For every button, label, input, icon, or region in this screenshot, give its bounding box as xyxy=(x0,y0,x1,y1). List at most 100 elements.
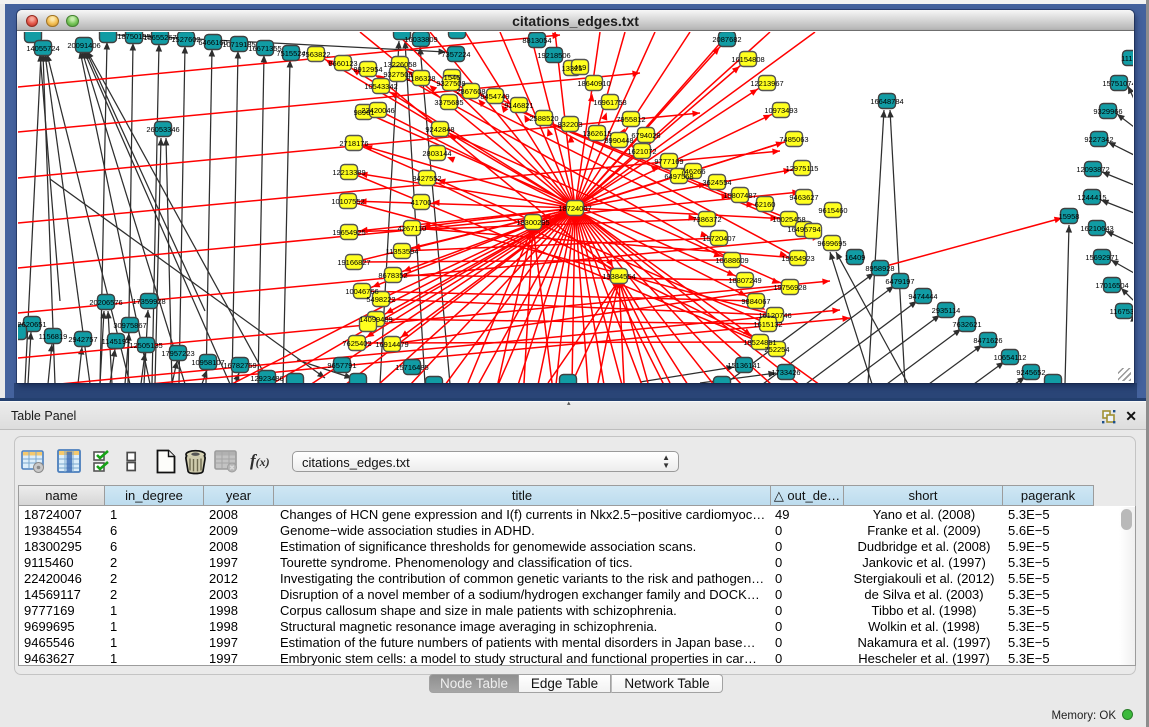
svg-text:15720407: 15720407 xyxy=(702,234,735,243)
svg-text:16120746: 16120746 xyxy=(758,311,791,320)
svg-text:1615132: 1615132 xyxy=(753,320,782,329)
svg-text:16782759: 16782759 xyxy=(223,361,256,370)
svg-text:12093872: 12093872 xyxy=(1076,165,1109,174)
svg-text:13226058: 13226058 xyxy=(383,60,416,69)
svg-text:419: 419 xyxy=(574,63,587,72)
svg-text:2803144: 2803144 xyxy=(422,149,451,158)
svg-text:26053346: 26053346 xyxy=(146,125,179,134)
svg-text:20091406: 20091406 xyxy=(67,41,100,50)
svg-text:8454749: 8454749 xyxy=(480,92,509,101)
svg-text:1527602: 1527602 xyxy=(171,35,200,44)
svg-text:9242848: 9242848 xyxy=(425,125,454,134)
svg-text:252254: 252254 xyxy=(764,345,789,354)
svg-text:7632621: 7632621 xyxy=(952,320,981,329)
svg-text:15958: 15958 xyxy=(1059,212,1080,221)
svg-text:9699695: 9699695 xyxy=(817,239,846,248)
svg-text:2620651: 2620651 xyxy=(18,320,47,329)
svg-text:10973493: 10973493 xyxy=(764,106,797,115)
svg-text:8678352: 8678352 xyxy=(378,271,407,280)
svg-text:12213389: 12213389 xyxy=(332,168,365,177)
svg-text:15136141: 15136141 xyxy=(727,361,760,370)
svg-text:10654112: 10654112 xyxy=(994,353,1027,362)
svg-text:7625402: 7625402 xyxy=(342,339,371,348)
svg-text:14099489: 14099489 xyxy=(359,315,392,324)
svg-text:10107552: 10107552 xyxy=(331,197,364,206)
svg-text:19166827: 19166827 xyxy=(337,258,370,267)
svg-text:1145194: 1145194 xyxy=(102,337,131,346)
svg-text:2087682: 2087682 xyxy=(712,35,741,44)
svg-text:9615460: 9615460 xyxy=(818,206,847,215)
svg-text:2718176: 2718176 xyxy=(339,139,368,148)
svg-text:9474444: 9474444 xyxy=(908,292,937,301)
svg-text:22420046: 22420046 xyxy=(361,106,394,115)
svg-text:12923486: 12923486 xyxy=(250,374,283,383)
svg-text:41700: 41700 xyxy=(411,198,432,207)
svg-text:6479197: 6479197 xyxy=(885,277,914,286)
svg-text:10025458: 10025458 xyxy=(772,215,805,224)
svg-text:1733426: 1733426 xyxy=(771,368,800,377)
svg-text:10543342: 10543342 xyxy=(364,82,397,91)
svg-text:14055724: 14055724 xyxy=(26,44,59,53)
svg-text:832203: 832203 xyxy=(557,120,582,129)
svg-text:4267110: 4267110 xyxy=(398,224,427,233)
svg-text:16154808: 16154808 xyxy=(731,55,764,64)
svg-text:16033809: 16033809 xyxy=(404,35,437,44)
svg-text:11353594: 11353594 xyxy=(386,247,419,256)
svg-text:7357224: 7357224 xyxy=(441,50,470,59)
svg-text:18724007: 18724007 xyxy=(558,204,591,213)
svg-text:2588520: 2588520 xyxy=(529,114,558,123)
svg-text:19384554: 19384554 xyxy=(602,272,635,281)
svg-text:16914479: 16914479 xyxy=(375,340,408,349)
svg-text:16648784: 16648784 xyxy=(870,97,903,106)
svg-text:7563822: 7563822 xyxy=(301,50,330,59)
svg-text:8427552: 8427552 xyxy=(412,174,441,183)
svg-text:10807487: 10807487 xyxy=(723,191,756,200)
svg-text:2935114: 2935114 xyxy=(932,306,961,315)
svg-text:16409: 16409 xyxy=(845,253,866,262)
svg-text:20206576: 20206576 xyxy=(89,298,122,307)
svg-text:9329966: 9329966 xyxy=(1093,107,1122,116)
svg-text:1167533: 1167533 xyxy=(1110,307,1133,316)
svg-text:12975115: 12975115 xyxy=(786,164,819,173)
svg-text:12213967: 12213967 xyxy=(750,79,783,88)
svg-text:16210643: 16210643 xyxy=(1080,224,1113,233)
svg-text:8958928: 8958928 xyxy=(865,264,894,273)
svg-text:19756928: 19756928 xyxy=(773,283,806,292)
svg-text:30975867: 30975867 xyxy=(113,321,146,330)
svg-text:9245652: 9245652 xyxy=(1016,368,1045,377)
svg-text:8186328: 8186328 xyxy=(406,74,435,83)
svg-text:1621072: 1621072 xyxy=(627,147,656,156)
svg-text:9227342: 9227342 xyxy=(1084,135,1113,144)
svg-text:18300295: 18300295 xyxy=(516,218,549,227)
svg-text:10958107: 10958107 xyxy=(191,358,224,367)
svg-text:1244415: 1244415 xyxy=(1077,193,1106,202)
svg-text:19218506: 19218506 xyxy=(537,51,570,60)
svg-text:16495794: 16495794 xyxy=(787,225,820,234)
svg-text:9657791: 9657791 xyxy=(327,361,356,370)
svg-text:16961758: 16961758 xyxy=(593,98,626,107)
svg-text:62160: 62160 xyxy=(755,200,776,209)
svg-text:9777169: 9777169 xyxy=(654,157,683,166)
svg-text:9146821: 9146821 xyxy=(504,101,533,110)
svg-text:15716485: 15716485 xyxy=(395,363,428,372)
svg-text:6794028: 6794028 xyxy=(631,131,660,140)
svg-text:746266: 746266 xyxy=(680,167,705,176)
svg-text:7955812: 7955812 xyxy=(616,115,645,124)
svg-text:9463627: 9463627 xyxy=(789,193,818,202)
svg-text:9884067: 9884067 xyxy=(741,297,770,306)
svg-text:19654923: 19654923 xyxy=(781,254,814,263)
svg-text:3375685: 3375685 xyxy=(434,98,463,107)
svg-text:8990448: 8990448 xyxy=(604,136,633,145)
svg-text:15751074: 15751074 xyxy=(1102,79,1133,88)
svg-text:8813054: 8813054 xyxy=(522,36,551,45)
svg-text:15692971: 15692971 xyxy=(1085,253,1118,262)
svg-text:12505135: 12505135 xyxy=(129,341,162,350)
svg-text:11172: 11172 xyxy=(1121,54,1133,63)
svg-text:17957223: 17957223 xyxy=(161,349,194,358)
svg-text:1156819: 1156819 xyxy=(39,332,68,341)
svg-text:10688609: 10688609 xyxy=(715,256,748,265)
svg-text:8912954: 8912954 xyxy=(353,65,382,74)
svg-text:5498222: 5498222 xyxy=(366,295,395,304)
svg-text:19654925: 19654925 xyxy=(332,228,365,237)
svg-text:18640910: 18640910 xyxy=(577,79,610,88)
